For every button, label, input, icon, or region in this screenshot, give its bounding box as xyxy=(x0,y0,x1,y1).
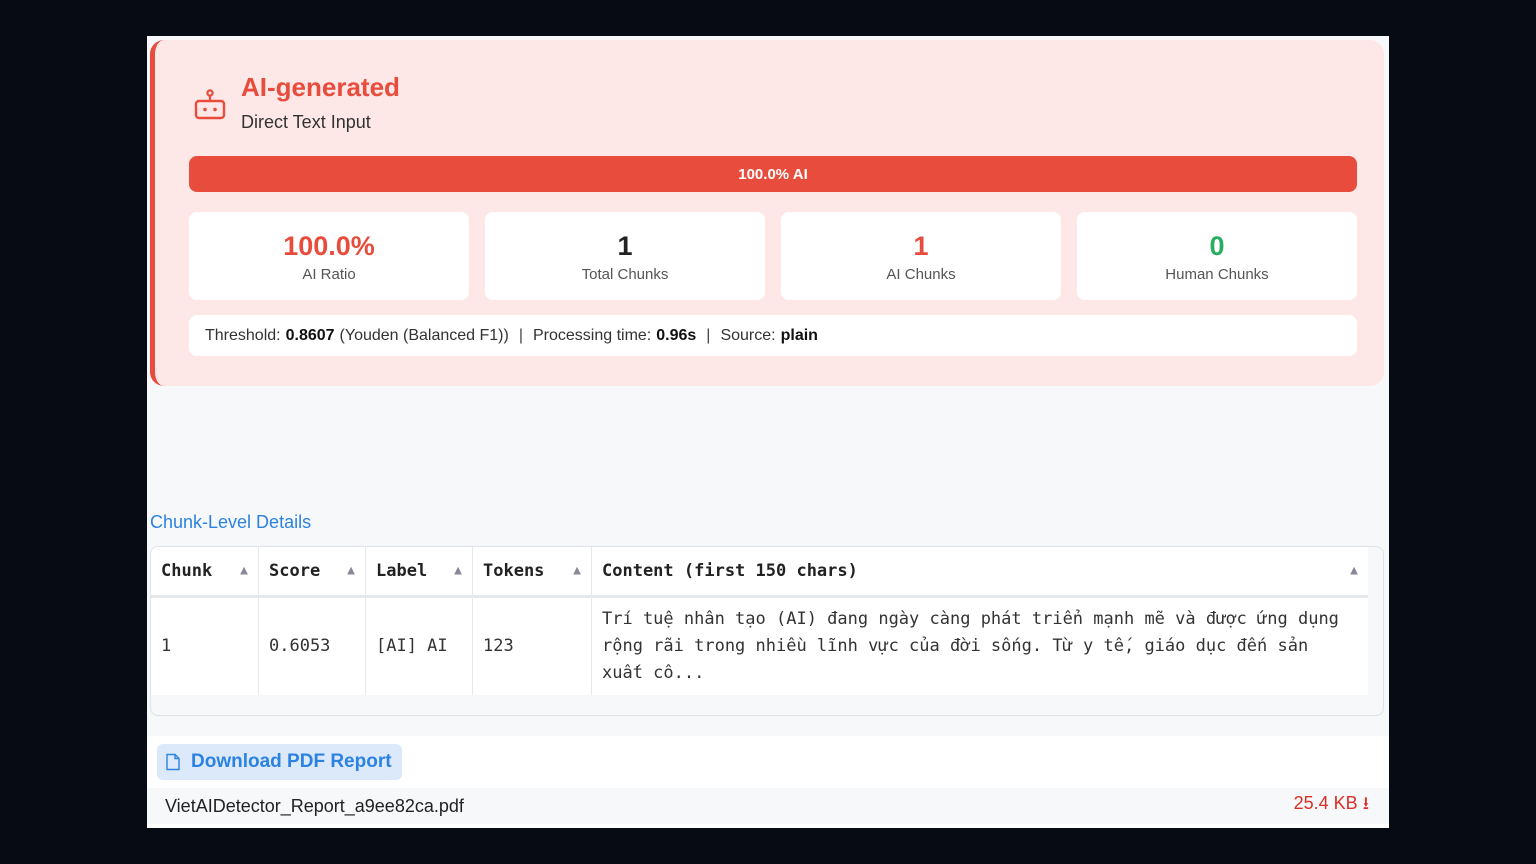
cell-tokens: 123 xyxy=(472,596,592,695)
column-header-label: Score xyxy=(269,561,321,581)
stat-ai-ratio: 100.0% AI Ratio xyxy=(189,212,469,300)
meta-separator: | xyxy=(706,326,711,344)
sort-arrow-icon[interactable]: ▲ xyxy=(347,563,355,578)
cell-score: 0.6053 xyxy=(258,596,366,695)
stat-ai-chunks: 1 AI Chunks xyxy=(781,212,1061,300)
download-file-row[interactable]: VietAIDetector_Report_a9ee82ca.pdf 25.4 … xyxy=(147,788,1389,824)
column-header-score[interactable]: Score ▲ xyxy=(258,547,366,598)
column-header-label: Label xyxy=(376,561,428,581)
processing-time-value: 0.96s xyxy=(656,326,697,344)
column-header-label: Chunk xyxy=(161,561,213,581)
table-header-row: Chunk ▲ Score ▲ Label ▲ Tokens ▲ Content… xyxy=(151,547,1368,598)
download-pdf-button[interactable]: Download PDF Report xyxy=(157,744,402,780)
stat-value: 0 xyxy=(1209,230,1225,261)
column-header-chunk[interactable]: Chunk ▲ xyxy=(151,547,259,598)
sort-arrow-icon[interactable]: ▲ xyxy=(454,563,462,578)
stat-label: AI Chunks xyxy=(886,265,956,283)
threshold-label: Threshold: xyxy=(205,326,281,344)
file-size-value: 25.4 KB xyxy=(1293,793,1358,813)
threshold-note: (Youden (Balanced F1)) xyxy=(339,326,509,344)
table-row: 1 0.6053 [AI] AI 123 Trí tuệ nhân tạo (A… xyxy=(151,596,1368,695)
stats-row: 100.0% AI Ratio 1 Total Chunks 1 AI Chun… xyxy=(189,212,1357,300)
cell-label: [AI] AI xyxy=(365,596,473,695)
download-arrow-icon: ⭳ xyxy=(1362,793,1369,813)
stat-total-chunks: 1 Total Chunks xyxy=(485,212,765,300)
result-card: AI-generated Direct Text Input 100.0% AI… xyxy=(150,40,1384,386)
section-title: Chunk-Level Details xyxy=(150,512,312,532)
threshold-value: 0.8607 xyxy=(285,326,335,344)
column-header-content[interactable]: Content (first 150 chars) ▲ xyxy=(591,547,1368,598)
robot-icon xyxy=(194,89,226,120)
stat-value: 100.0% xyxy=(283,230,375,261)
cell-content: Trí tuệ nhân tạo (AI) đang ngày càng phá… xyxy=(602,609,1339,683)
stat-human-chunks: 0 Human Chunks xyxy=(1077,212,1357,300)
sort-arrow-icon[interactable]: ▲ xyxy=(1350,563,1358,578)
chunk-details-table: Chunk ▲ Score ▲ Label ▲ Tokens ▲ Content… xyxy=(150,546,1384,716)
table-scrollbar[interactable] xyxy=(1369,547,1379,697)
column-header-label-col[interactable]: Label ▲ xyxy=(365,547,473,598)
column-header-tokens[interactable]: Tokens ▲ xyxy=(472,547,592,598)
sort-arrow-icon[interactable]: ▲ xyxy=(240,563,248,578)
download-pdf-label: Download PDF Report xyxy=(191,751,392,772)
stat-value: 1 xyxy=(617,230,633,261)
verdict-title: AI-generated xyxy=(241,72,400,102)
processing-time-label: Processing time: xyxy=(532,326,652,344)
stat-label: AI Ratio xyxy=(302,265,356,283)
stat-label: Human Chunks xyxy=(1165,265,1269,283)
app-frame: AI-generated Direct Text Input 100.0% AI… xyxy=(147,36,1389,828)
input-source-label: Direct Text Input xyxy=(241,112,371,132)
stat-value: 1 xyxy=(913,230,929,261)
source-value: plain xyxy=(780,326,818,344)
ai-ratio-bar: 100.0% AI xyxy=(189,156,1357,192)
ai-ratio-bar-fill: 100.0% AI xyxy=(189,156,1357,192)
column-header-label: Content (first 150 chars) xyxy=(602,561,858,581)
download-area: Download PDF Report VietAIDetector_Repor… xyxy=(147,736,1389,828)
sort-arrow-icon[interactable]: ▲ xyxy=(573,563,581,578)
meta-separator: | xyxy=(518,326,523,344)
file-name[interactable]: VietAIDetector_Report_a9ee82ca.pdf xyxy=(165,796,464,817)
stat-label: Total Chunks xyxy=(581,265,669,283)
file-size[interactable]: 25.4 KB ⭳ xyxy=(1294,791,1369,821)
column-header-label: Tokens xyxy=(483,561,545,581)
file-icon xyxy=(166,753,180,771)
analysis-meta-bar: Threshold: 0.8607 (Youden (Balanced F1))… xyxy=(189,315,1357,356)
cell-chunk: 1 xyxy=(151,596,259,695)
source-label: Source: xyxy=(720,326,776,344)
